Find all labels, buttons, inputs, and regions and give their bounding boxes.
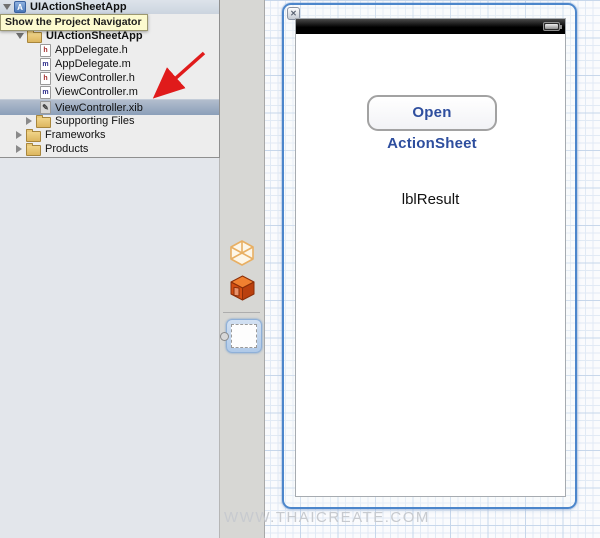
group-row-products[interactable]: Products [0,142,219,156]
files-owner-cube-icon[interactable] [228,239,256,267]
file-row-viewcontroller-m[interactable]: m ViewController.m [0,85,219,99]
file-row-viewcontroller-h[interactable]: h ViewController.h [0,71,219,85]
file-label: ViewController.xib [55,101,143,114]
tooltip-show-project-navigator: Show the Project Navigator [0,14,148,31]
disclosure-right-icon[interactable] [16,131,22,139]
implementation-file-icon: m [40,57,51,71]
xib-file-icon: ✎ [40,101,51,114]
file-row-appdelegate-h[interactable]: h AppDelegate.h [0,43,219,57]
folder-icon [26,142,41,156]
header-file-icon: h [40,71,51,85]
project-root-row[interactable]: A UIActionSheetApp [0,0,219,14]
file-row-appdelegate-m[interactable]: m AppDelegate.m [0,57,219,71]
first-responder-cube-icon[interactable] [228,274,257,302]
ib-view-window[interactable]: ✕ Open ActionSheet lblResult [282,3,577,509]
file-label: AppDelegate.m [55,58,131,70]
ib-dock-strip [220,0,265,538]
disclosure-right-icon[interactable] [26,117,32,125]
group-row-supporting-files[interactable]: Supporting Files [0,114,219,128]
group-label: Frameworks [45,129,106,141]
disclosure-right-icon[interactable] [16,145,22,153]
status-bar [296,19,565,34]
group-label: Supporting Files [55,115,135,127]
disclosure-down-icon[interactable] [3,4,11,10]
file-label: AppDelegate.h [55,44,128,56]
group-row-uiactionsheetapp[interactable]: UIActionSheetApp [0,29,219,43]
file-row-viewcontroller-xib[interactable]: ✎ ViewController.xib [0,99,219,115]
watermark-text: WWW.THAICREATE.COM [224,509,430,526]
project-root-label: UIActionSheetApp [30,1,127,13]
navigator-empty-area [0,158,220,538]
open-actionsheet-button[interactable]: Open ActionSheet [367,95,497,152]
group-label: Products [45,143,89,155]
header-file-icon: h [40,43,51,57]
implementation-file-icon: m [40,85,51,99]
disclosure-down-icon[interactable] [16,33,24,39]
project-navigator-panel: A UIActionSheetApp UIActionSheetApp h Ap… [0,0,220,158]
lblresult-label[interactable]: lblResult [296,191,565,211]
connector-knob-icon [220,332,229,341]
group-row-frameworks[interactable]: Frameworks [0,128,219,142]
view-thumbnail [231,324,257,348]
xcode-project-icon: A [14,1,26,13]
file-label: ViewController.h [55,72,135,84]
dock-divider [223,312,260,313]
group-label: UIActionSheetApp [46,30,143,42]
folder-icon [36,114,51,128]
battery-icon [543,22,562,31]
iphone-screen[interactable]: Open ActionSheet lblResult [295,18,566,497]
folder-icon [26,128,41,142]
file-label: ViewController.m [55,86,138,98]
view-object-icon[interactable] [220,319,262,353]
folder-icon [27,29,42,43]
